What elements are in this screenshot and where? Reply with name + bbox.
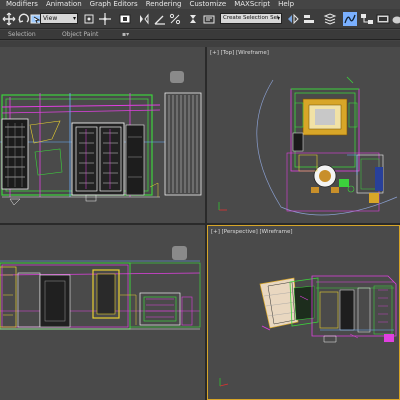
viewport-front-wireframe bbox=[0, 71, 202, 206]
menu-bar: Modifiers Animation Graph Editors Render… bbox=[0, 0, 400, 9]
layer-manager-icon[interactable] bbox=[323, 12, 337, 26]
snap-icon[interactable] bbox=[118, 12, 132, 26]
align-icon[interactable] bbox=[302, 12, 316, 26]
menu-maxscript[interactable]: MAXScript bbox=[230, 0, 274, 9]
viewport-left-wireframe bbox=[0, 246, 201, 330]
teapot-icon[interactable] bbox=[391, 12, 400, 26]
render-icon[interactable] bbox=[376, 12, 390, 26]
menu-help[interactable]: Help bbox=[274, 0, 298, 9]
menu-modifiers[interactable]: Modifiers bbox=[2, 0, 42, 9]
ribbon-options-icon[interactable]: ▪▾ bbox=[122, 30, 129, 40]
viewport-top[interactable]: [+] [Top] [Wireframe] bbox=[207, 47, 400, 223]
ribbon-tab-selection[interactable]: Selection bbox=[8, 30, 36, 40]
percent-snap-icon[interactable] bbox=[168, 12, 182, 26]
menu-customize[interactable]: Customize bbox=[185, 0, 230, 9]
viewport-perspective-wireframe bbox=[219, 275, 397, 387]
viewport-top-wireframe bbox=[218, 76, 398, 216]
menu-animation[interactable]: Animation bbox=[42, 0, 86, 9]
viewport-front[interactable] bbox=[0, 47, 205, 223]
ribbon-tab-object-paint[interactable]: Object Paint bbox=[62, 30, 98, 40]
viewport-splitter-horizontal[interactable] bbox=[0, 223, 400, 225]
main-toolbar: View Create Selection Set bbox=[0, 9, 400, 29]
viewport-left[interactable] bbox=[0, 225, 205, 400]
schematic-view-icon[interactable] bbox=[360, 12, 374, 26]
move-icon[interactable] bbox=[2, 12, 16, 26]
curve-editor-icon[interactable] bbox=[343, 12, 357, 26]
ribbon-bar: Selection Object Paint ▪▾ bbox=[0, 30, 400, 40]
menu-graph-editors[interactable]: Graph Editors bbox=[86, 0, 142, 9]
select-and-move-icon[interactable] bbox=[98, 12, 112, 26]
pivot-icon[interactable] bbox=[82, 12, 96, 26]
spinner-snap-icon[interactable] bbox=[186, 12, 200, 26]
menu-rendering[interactable]: Rendering bbox=[142, 0, 186, 9]
reference-coordinate-dropdown[interactable]: View bbox=[40, 13, 78, 24]
mirror-icon[interactable] bbox=[137, 12, 151, 26]
max-application: Modifiers Animation Graph Editors Render… bbox=[0, 0, 400, 400]
mirror-tool-icon[interactable] bbox=[286, 12, 300, 26]
angle-snap-icon[interactable] bbox=[153, 12, 167, 26]
named-selection-icon[interactable] bbox=[202, 12, 216, 26]
viewport-perspective[interactable]: [+] [Perspective] [Wireframe] bbox=[207, 225, 400, 400]
named-selection-dropdown[interactable]: Create Selection Set bbox=[220, 13, 282, 24]
